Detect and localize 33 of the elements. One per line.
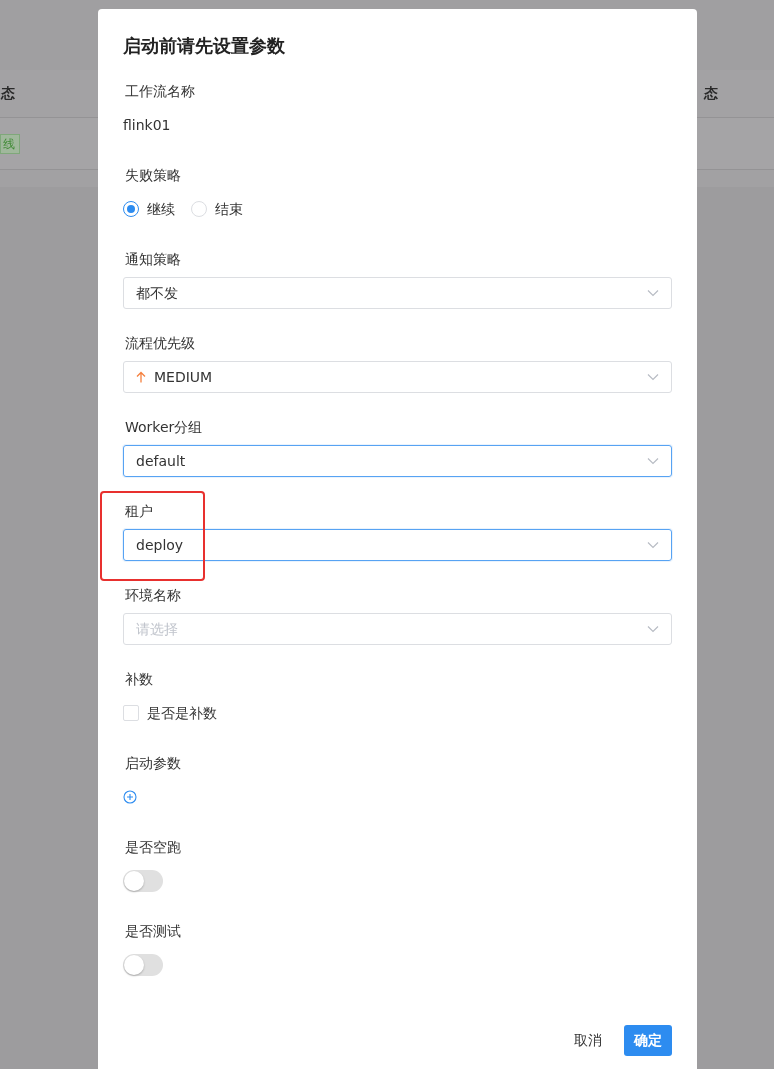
radio-option[interactable]: 结束 — [191, 198, 243, 220]
field-label: 是否空跑 — [124, 838, 182, 857]
arrow-up-icon — [136, 371, 146, 383]
dialog-title: 启动前请先设置参数 — [123, 34, 286, 58]
chevron-down-icon — [647, 541, 659, 549]
checkbox-option[interactable]: 是否是补数 — [123, 702, 217, 724]
select-field[interactable]: 都不发 — [123, 277, 672, 309]
field-label: Worker分组 — [124, 418, 204, 437]
field-label: 是否测试 — [124, 922, 182, 941]
status-tag: 线 — [0, 133, 20, 154]
add-button[interactable] — [123, 790, 137, 804]
field-label: 环境名称 — [124, 586, 182, 605]
field-label: 补数 — [124, 670, 154, 689]
field-label: 流程优先级 — [124, 334, 196, 353]
radio-option[interactable]: 继续 — [123, 198, 175, 220]
field-label: 失败策略 — [124, 166, 182, 185]
field-label: 通知策略 — [124, 250, 182, 269]
select-field[interactable]: default — [123, 445, 672, 477]
select-field[interactable]: MEDIUM — [123, 361, 672, 393]
field-label: 工作流名称 — [124, 82, 196, 101]
chevron-down-icon — [647, 289, 659, 297]
toggle-switch[interactable] — [123, 870, 163, 892]
cancel-button[interactable]: 取消 — [562, 1025, 614, 1056]
chevron-down-icon — [647, 457, 659, 465]
select-field[interactable]: deploy — [123, 529, 672, 561]
field-value: flink01 — [123, 115, 171, 135]
toggle-switch[interactable] — [123, 954, 163, 976]
column-header: 态 — [704, 84, 718, 103]
column-header: 态 — [1, 84, 15, 103]
field-label: 租户 — [124, 502, 154, 521]
field-label: 启动参数 — [124, 754, 182, 773]
chevron-down-icon — [647, 625, 659, 633]
chevron-down-icon — [647, 373, 659, 381]
